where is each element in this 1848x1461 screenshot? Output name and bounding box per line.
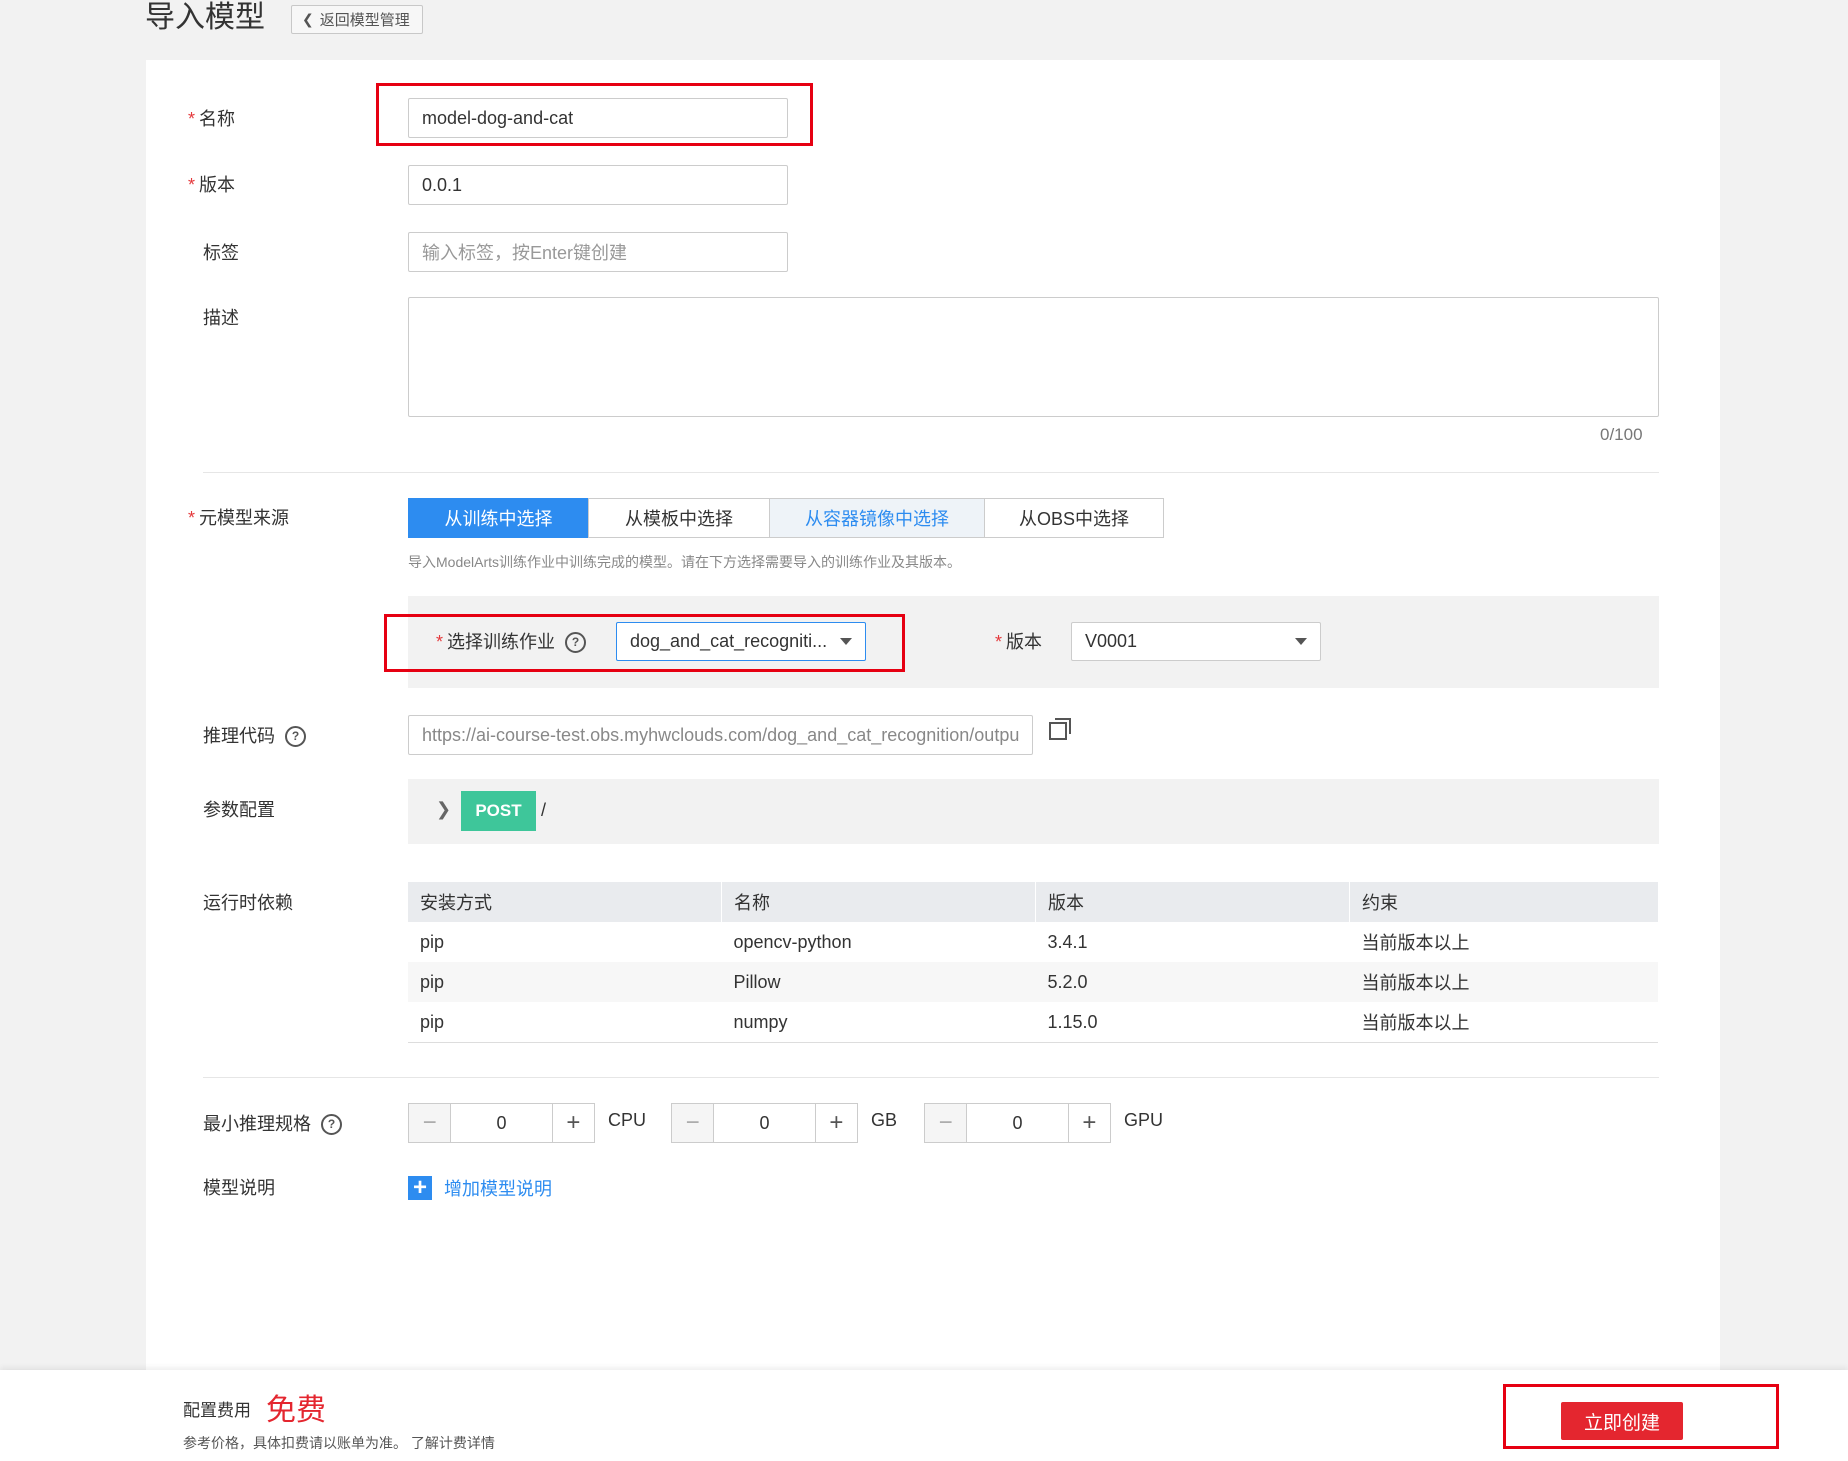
- min-spec-label: 最小推理规格 ?: [203, 1112, 342, 1136]
- page-title: 导入模型: [145, 1, 265, 34]
- params-label: 参数配置: [203, 800, 275, 820]
- plus-icon[interactable]: +: [551, 1104, 595, 1142]
- training-job-select[interactable]: dog_and_cat_recogniti...: [616, 622, 866, 661]
- create-now-button[interactable]: 立即创建: [1561, 1402, 1683, 1440]
- add-model-desc-button[interactable]: + 增加模型说明: [408, 1175, 552, 1201]
- plus-icon[interactable]: +: [814, 1104, 858, 1142]
- col-constraint: 约束: [1349, 882, 1658, 922]
- tab-from-template[interactable]: 从模板中选择: [588, 498, 770, 538]
- job-version-select[interactable]: V0001: [1071, 622, 1321, 661]
- inference-code-label: 推理代码 ?: [203, 724, 306, 748]
- fee-note: 参考价格，具体扣费请以账单为准。 了解计费详情: [183, 1435, 495, 1451]
- training-job-label: * 选择训练作业 ?: [436, 630, 587, 654]
- plus-icon[interactable]: +: [1067, 1104, 1111, 1142]
- help-icon[interactable]: ?: [285, 725, 306, 747]
- fee-label: 配置费用: [183, 1401, 251, 1420]
- runtime-label: 运行时依赖: [203, 893, 293, 913]
- description-textarea[interactable]: [408, 297, 1659, 417]
- minus-icon[interactable]: −: [925, 1104, 968, 1142]
- chevron-left-icon: ❮: [302, 11, 314, 27]
- job-version-label: * 版本: [995, 632, 1043, 652]
- caret-down-icon: [1295, 638, 1307, 645]
- divider: [203, 1077, 1659, 1078]
- name-input[interactable]: model-dog-and-cat: [408, 98, 788, 138]
- table-row: pip opencv-python 3.4.1 当前版本以上: [420, 931, 1470, 954]
- col-name: 名称: [721, 882, 1036, 922]
- col-install-method: 安装方式: [408, 882, 722, 922]
- description-counter: 0/100: [1600, 425, 1643, 444]
- gb-stepper[interactable]: − 0 +: [671, 1103, 858, 1143]
- plus-icon: +: [408, 1176, 432, 1200]
- version-label: * 版本: [188, 175, 236, 195]
- col-version: 版本: [1035, 882, 1350, 922]
- back-label: 返回模型管理: [319, 12, 410, 29]
- tags-label: 标签: [203, 243, 239, 263]
- model-desc-label: 模型说明: [203, 1178, 275, 1198]
- name-label: * 名称: [188, 109, 236, 129]
- source-label: * 元模型来源: [188, 508, 290, 528]
- copy-icon[interactable]: [1049, 718, 1071, 740]
- source-tabs: 从训练中选择 从模板中选择 从容器镜像中选择 从OBS中选择: [408, 498, 1164, 538]
- tab-from-container-image[interactable]: 从容器镜像中选择: [769, 498, 985, 538]
- tags-input[interactable]: 输入标签，按Enter键创建: [408, 232, 788, 272]
- cpu-stepper[interactable]: − 0 +: [408, 1103, 595, 1143]
- runtime-table: 安装方式 名称 版本 约束 pip opencv-python 3.4.1 当前版本以…: [408, 882, 1658, 1043]
- tab-from-obs[interactable]: 从OBS中选择: [984, 498, 1164, 538]
- chevron-right-icon[interactable]: ❯: [436, 799, 451, 820]
- caret-down-icon: [840, 638, 852, 645]
- version-input[interactable]: 0.0.1: [408, 165, 788, 205]
- gb-unit: GB: [871, 1110, 898, 1130]
- table-row: pip Pillow 5.2.0 当前版本以上: [408, 962, 1658, 1002]
- minus-icon[interactable]: −: [409, 1104, 452, 1142]
- post-method-badge: POST: [461, 791, 536, 831]
- help-icon[interactable]: ?: [321, 1113, 342, 1135]
- minus-icon[interactable]: −: [672, 1104, 715, 1142]
- help-icon[interactable]: ?: [565, 631, 587, 653]
- params-area: [408, 779, 1659, 844]
- inference-code-input: https://ai-course-test.obs.myhwclouds.co…: [408, 715, 1033, 755]
- gpu-stepper[interactable]: − 0 +: [924, 1103, 1111, 1143]
- api-path: /: [541, 800, 547, 820]
- divider: [203, 472, 1659, 473]
- description-label: 描述: [203, 308, 239, 328]
- gpu-unit: GPU: [1124, 1110, 1164, 1130]
- tab-from-training[interactable]: 从训练中选择: [408, 498, 589, 538]
- back-to-model-management-button[interactable]: ❮ 返回模型管理: [291, 5, 423, 34]
- cpu-unit: CPU: [608, 1110, 647, 1130]
- fee-value: 免费: [266, 1394, 326, 1427]
- source-hint: 导入ModelArts训练作业中训练完成的模型。请在下方选择需要导入的训练作业及…: [408, 554, 962, 570]
- pricing-details-link[interactable]: 了解计费详情: [411, 1435, 495, 1451]
- table-row: pip numpy 1.15.0 当前版本以上: [408, 1002, 1658, 1043]
